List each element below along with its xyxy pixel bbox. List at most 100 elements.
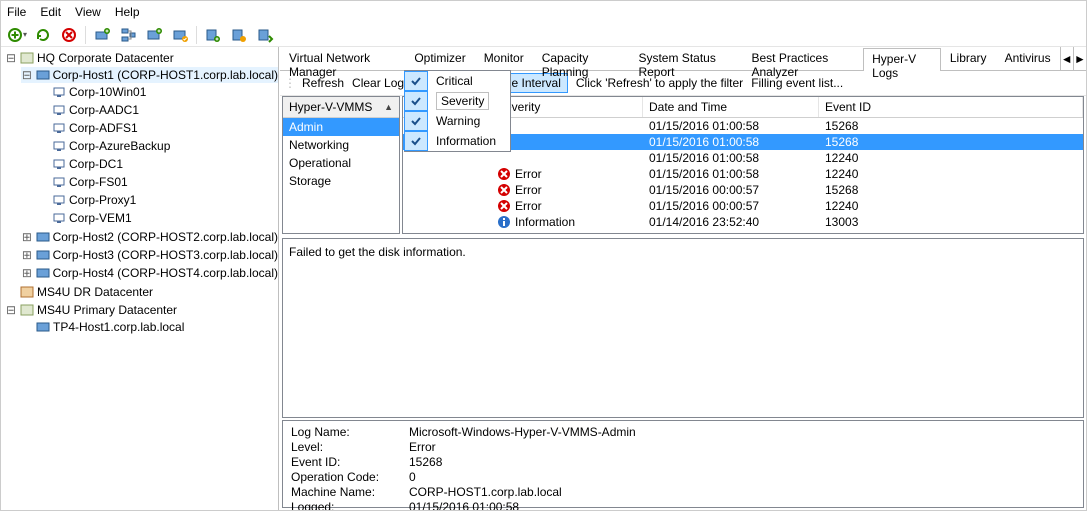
host-icon-4[interactable] [170,25,190,45]
tab-bpa[interactable]: Best Practices Analyzer [743,47,864,70]
vm-icon [51,84,67,100]
menu-edit[interactable]: Edit [40,5,61,19]
detail-logged-value: 01/15/2016 01:00:58 [409,500,519,511]
tab-monitor[interactable]: Monitor [475,47,533,70]
category-panel: Hyper-V-VMMS ▲ Admin Networking Operatio… [282,96,400,234]
add-icon[interactable]: ▾ [7,25,27,45]
tree-label: MS4U Primary Datacenter [37,302,177,318]
host-icon-3[interactable] [144,25,164,45]
tab-antivirus[interactable]: Antivirus [996,47,1060,70]
menu-label: Critical [432,74,487,88]
menu-label: Warning [432,114,494,128]
vm-icon [51,210,67,226]
event-id: 13003 [819,212,1083,232]
tree-node-vm[interactable]: ·Corp-AzureBackup [37,138,278,154]
tab-hypervlogs[interactable]: Hyper-V Logs [863,48,941,71]
detail-machine-value: CORP-HOST1.corp.lab.local [409,485,562,500]
expand-icon[interactable]: ⊞ [21,249,33,261]
tree-node-vm[interactable]: ·Corp-VEM1 [37,210,278,226]
tree-label: HQ Corporate Datacenter [37,50,174,66]
tab-status[interactable]: System Status Report [629,47,742,70]
severity-menu-warning[interactable]: Warning [405,111,510,131]
checkbox-checked-icon[interactable] [404,91,428,111]
category-item-networking[interactable]: Networking [283,136,399,154]
tree-panel: ⊟ HQ Corporate Datacenter ⊟ Corp-Host1 (… [1,47,279,510]
delete-icon[interactable] [59,25,79,45]
tree-node-primary[interactable]: ⊟ MS4U Primary Datacenter [5,302,278,318]
tree-label: Corp-Host2 (CORP-HOST2.corp.lab.local) [53,229,278,245]
tab-strip: Virtual Network Manager Optimizer Monito… [280,47,1086,71]
vm-icon [51,120,67,136]
detail-logname-value: Microsoft-Windows-Hyper-V-VMMS-Admin [409,425,636,440]
collapse-icon[interactable]: ⊟ [5,52,17,64]
category-item-operational[interactable]: Operational [283,154,399,172]
action-icon-3[interactable] [255,25,275,45]
refresh-icon[interactable] [33,25,53,45]
menu-view[interactable]: View [75,5,101,19]
tree-label: Corp-10Win01 [69,84,146,100]
tree-node-vm[interactable]: ·Corp-Proxy1 [37,192,278,208]
tree-node-host4[interactable]: ⊞Corp-Host4 (CORP-HOST4.corp.lab.local) [21,265,278,281]
severity-menu-critical[interactable]: Critical [405,71,510,91]
tree-node-tp4[interactable]: ·TP4-Host1.corp.lab.local [21,319,278,335]
severity-menu-information[interactable]: Information [405,131,510,151]
detail-opcode-label: Operation Code: [291,470,409,485]
collapse-icon[interactable]: ⊟ [21,69,33,81]
vm-icon [51,156,67,172]
tree-node-vm[interactable]: ·Corp-AADC1 [37,102,278,118]
tree-node-host3[interactable]: ⊞Corp-Host3 (CORP-HOST3.corp.lab.local) [21,247,278,263]
tab-scroll-right[interactable]: ► [1073,47,1086,70]
tree-node-vm[interactable]: ·Corp-10Win01 [37,84,278,100]
checkbox-checked-icon[interactable] [404,71,428,91]
tab-vnm[interactable]: Virtual Network Manager [280,47,405,70]
category-item-storage[interactable]: Storage [283,172,399,190]
tree-node-datacenter[interactable]: ⊟ HQ Corporate Datacenter [5,50,278,66]
toolbar-separator [85,26,86,44]
tree-label: Corp-FS01 [69,174,128,190]
category-header[interactable]: Hyper-V-VMMS ▲ [283,97,399,118]
col-eventid[interactable]: Event ID [819,97,1083,117]
detail-logged-label: Logged: [291,500,409,511]
expand-icon[interactable]: ⊞ [21,267,33,279]
menu-file[interactable]: File [7,5,26,19]
menu-help[interactable]: Help [115,5,140,19]
tree-node-dr[interactable]: ·MS4U DR Datacenter [5,284,278,300]
error-icon [497,199,511,213]
action-icon-2[interactable] [229,25,249,45]
tree-node-host2[interactable]: ⊞ Corp-Host2 (CORP-HOST2.corp.lab.local) [21,229,278,245]
category-item-admin[interactable]: Admin [283,118,399,136]
tab-library[interactable]: Library [941,47,996,70]
tree-node-vm[interactable]: ·Corp-ADFS1 [37,120,278,136]
tab-capacity[interactable]: Capacity Planning [533,47,630,70]
datacenter-icon [19,50,35,66]
host-icon [35,265,51,281]
message-pane: Failed to get the disk information. [282,238,1084,418]
tree-node-vm[interactable]: ·Corp-DC1 [37,156,278,172]
tab-scroll-left[interactable]: ◄ [1060,47,1073,70]
tab-optimizer[interactable]: Optimizer [405,47,474,70]
collapse-icon[interactable]: ⊟ [5,304,17,316]
event-severity: Error [515,199,542,213]
vm-icon [51,138,67,154]
event-datetime: 01/14/2016 23:52:40 [643,212,819,232]
col-datetime[interactable]: Date and Time [643,97,819,117]
checkbox-checked-icon[interactable] [404,111,428,131]
action-icon-1[interactable] [203,25,223,45]
host-add-icon[interactable] [92,25,112,45]
log-toolbar: ⋮ Refresh Clear Log Severity▾ Time Inter… [280,71,1086,95]
menu-bar: File Edit View Help [1,1,1086,23]
detail-level-label: Level: [291,440,409,455]
menu-label: Information [432,134,510,148]
host-tree-icon[interactable] [118,25,138,45]
tree-label: Corp-DC1 [69,156,123,172]
tree: ⊟ HQ Corporate Datacenter ⊟ Corp-Host1 (… [5,49,278,337]
event-row[interactable]: Information01/14/2016 23:52:4013003 [403,214,1083,230]
blank-icon [497,151,511,165]
severity-menu-severity[interactable]: Severity [405,91,510,111]
tree-node-vm[interactable]: ·Corp-FS01 [37,174,278,190]
checkbox-checked-icon[interactable] [404,131,428,151]
tree-node-host1[interactable]: ⊟ Corp-Host1 (CORP-HOST1.corp.lab.local) [21,67,278,83]
clearlog-button[interactable]: Clear Log [352,76,404,90]
message-text: Failed to get the disk information. [289,245,466,259]
expand-icon[interactable]: ⊞ [21,231,33,243]
